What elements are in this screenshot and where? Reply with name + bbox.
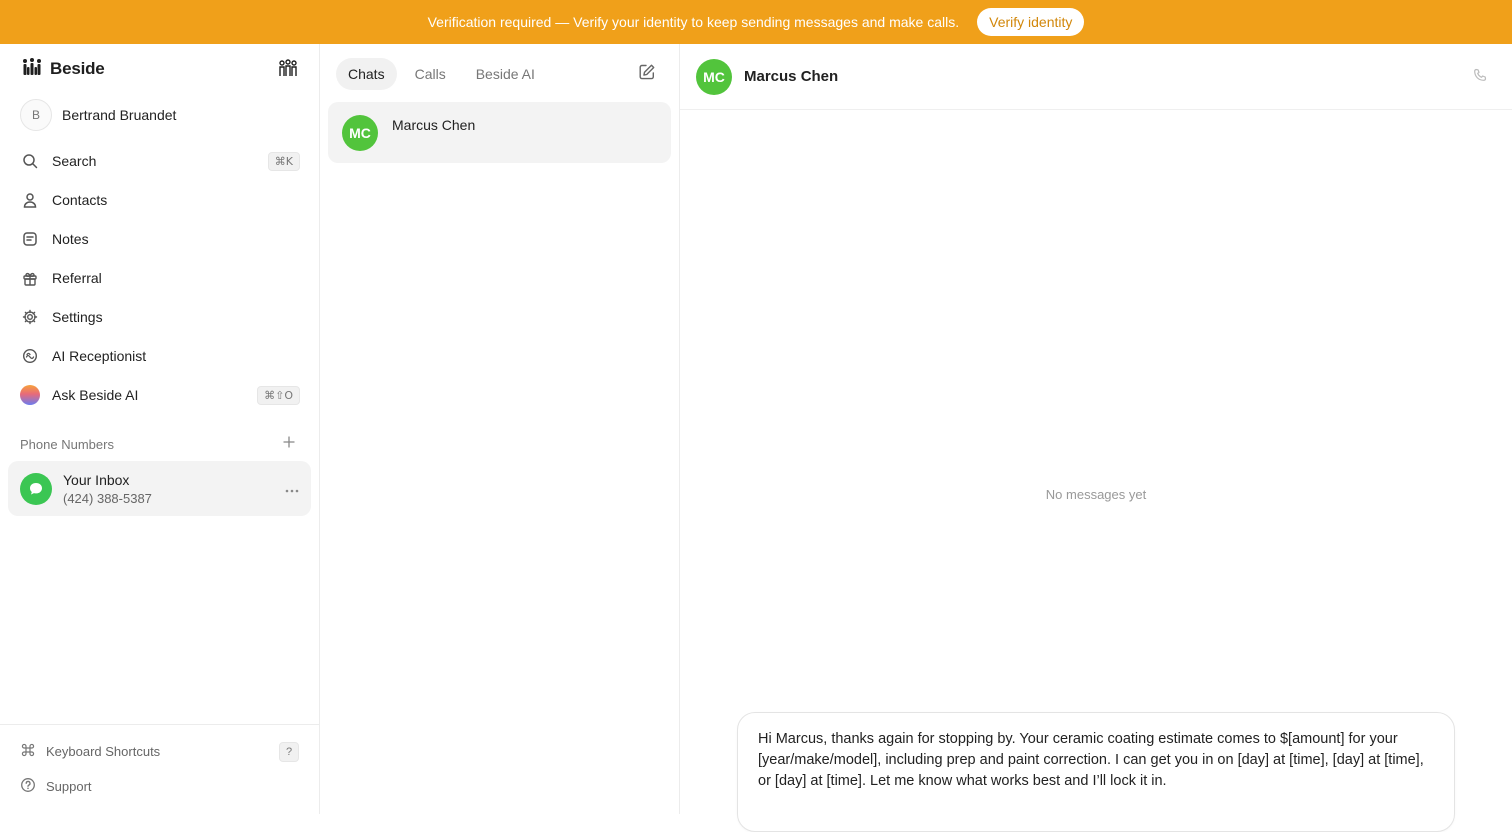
sidebar-item-settings[interactable]: Settings xyxy=(10,300,310,334)
sidebar-item-label: Referral xyxy=(52,270,102,286)
verify-identity-button[interactable]: Verify identity xyxy=(977,8,1085,36)
avatar: B xyxy=(20,99,52,131)
shortcuts-key-badge: ? xyxy=(279,742,299,762)
phone-icon xyxy=(1473,68,1487,85)
search-shortcut-badge: ⌘K xyxy=(267,151,300,171)
ask-ai-shortcut-badge: ⌘⇧O xyxy=(257,385,300,405)
ai-receptionist-icon xyxy=(20,346,40,366)
person-icon xyxy=(20,190,40,210)
support-link[interactable]: Support xyxy=(20,777,92,796)
user-profile[interactable]: B Bertrand Bruandet xyxy=(20,99,176,131)
user-name: Bertrand Bruandet xyxy=(62,107,177,123)
more-options-icon[interactable] xyxy=(285,480,299,498)
gift-icon xyxy=(20,268,40,288)
message-input[interactable]: Hi Marcus, thanks again for stopping by.… xyxy=(758,729,1434,799)
sidebar-item-search[interactable]: Search ⌘K xyxy=(10,144,310,178)
gear-icon xyxy=(20,307,40,327)
sidebar-item-label: AI Receptionist xyxy=(52,348,147,364)
phone-numbers-heading: Phone Numbers xyxy=(20,437,114,452)
sidebar-footer: Keyboard Shortcuts ? Support xyxy=(0,724,319,814)
beside-ai-orb-icon xyxy=(20,385,40,405)
help-circle-icon xyxy=(20,777,36,796)
sidebar-item-notes[interactable]: Notes xyxy=(10,222,310,256)
empty-state-text: No messages yet xyxy=(1045,487,1147,502)
plus-icon xyxy=(283,432,295,453)
sidebar-item-label: Ask Beside AI xyxy=(52,387,139,403)
add-phone-number-button[interactable] xyxy=(280,433,298,451)
keyboard-shortcuts-label: Keyboard Shortcuts xyxy=(46,744,161,759)
tab-bar: Chats Calls Beside AI xyxy=(336,58,547,90)
sidebar-item-referral[interactable]: Referral xyxy=(10,261,310,295)
avatar[interactable]: MC xyxy=(696,58,732,95)
message-bubble-icon xyxy=(20,472,52,505)
avatar: MC xyxy=(342,115,378,151)
tab-chats[interactable]: Chats xyxy=(336,58,397,90)
call-button[interactable] xyxy=(1470,66,1490,86)
banner-message: Verification required — Verify your iden… xyxy=(427,14,960,30)
compose-icon xyxy=(638,63,656,84)
sidebar-item-label: Settings xyxy=(52,309,103,325)
chat-contact-name: Marcus Chen xyxy=(392,117,476,133)
sidebar-item-label: Search xyxy=(52,153,97,169)
inbox-title: Your Inbox xyxy=(63,471,130,488)
note-icon xyxy=(20,229,40,249)
conversation-header: MC Marcus Chen xyxy=(680,44,1512,110)
sidebar: Beside B Bertrand Bruandet Search ⌘K Con… xyxy=(0,44,320,814)
compose-button[interactable] xyxy=(636,62,658,84)
beside-people-icon xyxy=(278,58,298,80)
verification-banner: Verification required — Verify your iden… xyxy=(0,0,1512,44)
conversation-title[interactable]: Marcus Chen xyxy=(744,68,838,85)
workspace-switch-button[interactable] xyxy=(276,57,300,81)
sidebar-item-label: Notes xyxy=(52,231,89,247)
inbox-phone-number: (424) 388-5387 xyxy=(63,490,152,506)
sidebar-item-contacts[interactable]: Contacts xyxy=(10,183,310,217)
brand-logo[interactable]: Beside xyxy=(22,57,105,81)
sidebar-item-ai-receptionist[interactable]: AI Receptionist xyxy=(10,339,310,373)
beside-logo-icon xyxy=(22,57,42,81)
conversation-pane: MC Marcus Chen No messages yet Hi Marcus… xyxy=(680,44,1512,832)
sidebar-item-ask-beside-ai[interactable]: Ask Beside AI ⌘⇧O xyxy=(10,378,310,412)
sidebar-item-label: Contacts xyxy=(52,192,108,208)
inbox-item[interactable]: Your Inbox (424) 388-5387 xyxy=(8,461,311,516)
support-label: Support xyxy=(46,779,92,794)
tab-calls[interactable]: Calls xyxy=(403,58,458,90)
chat-list-pane: Chats Calls Beside AI MC Marcus Chen xyxy=(320,44,680,814)
chat-list-item[interactable]: MC Marcus Chen xyxy=(328,102,671,163)
tab-beside-ai[interactable]: Beside AI xyxy=(464,58,547,90)
search-icon xyxy=(20,151,40,171)
keyboard-shortcuts-link[interactable]: Keyboard Shortcuts xyxy=(20,742,160,761)
message-composer: Hi Marcus, thanks again for stopping by.… xyxy=(737,712,1455,832)
brand-name: Beside xyxy=(50,59,105,78)
command-key-icon xyxy=(20,742,36,761)
